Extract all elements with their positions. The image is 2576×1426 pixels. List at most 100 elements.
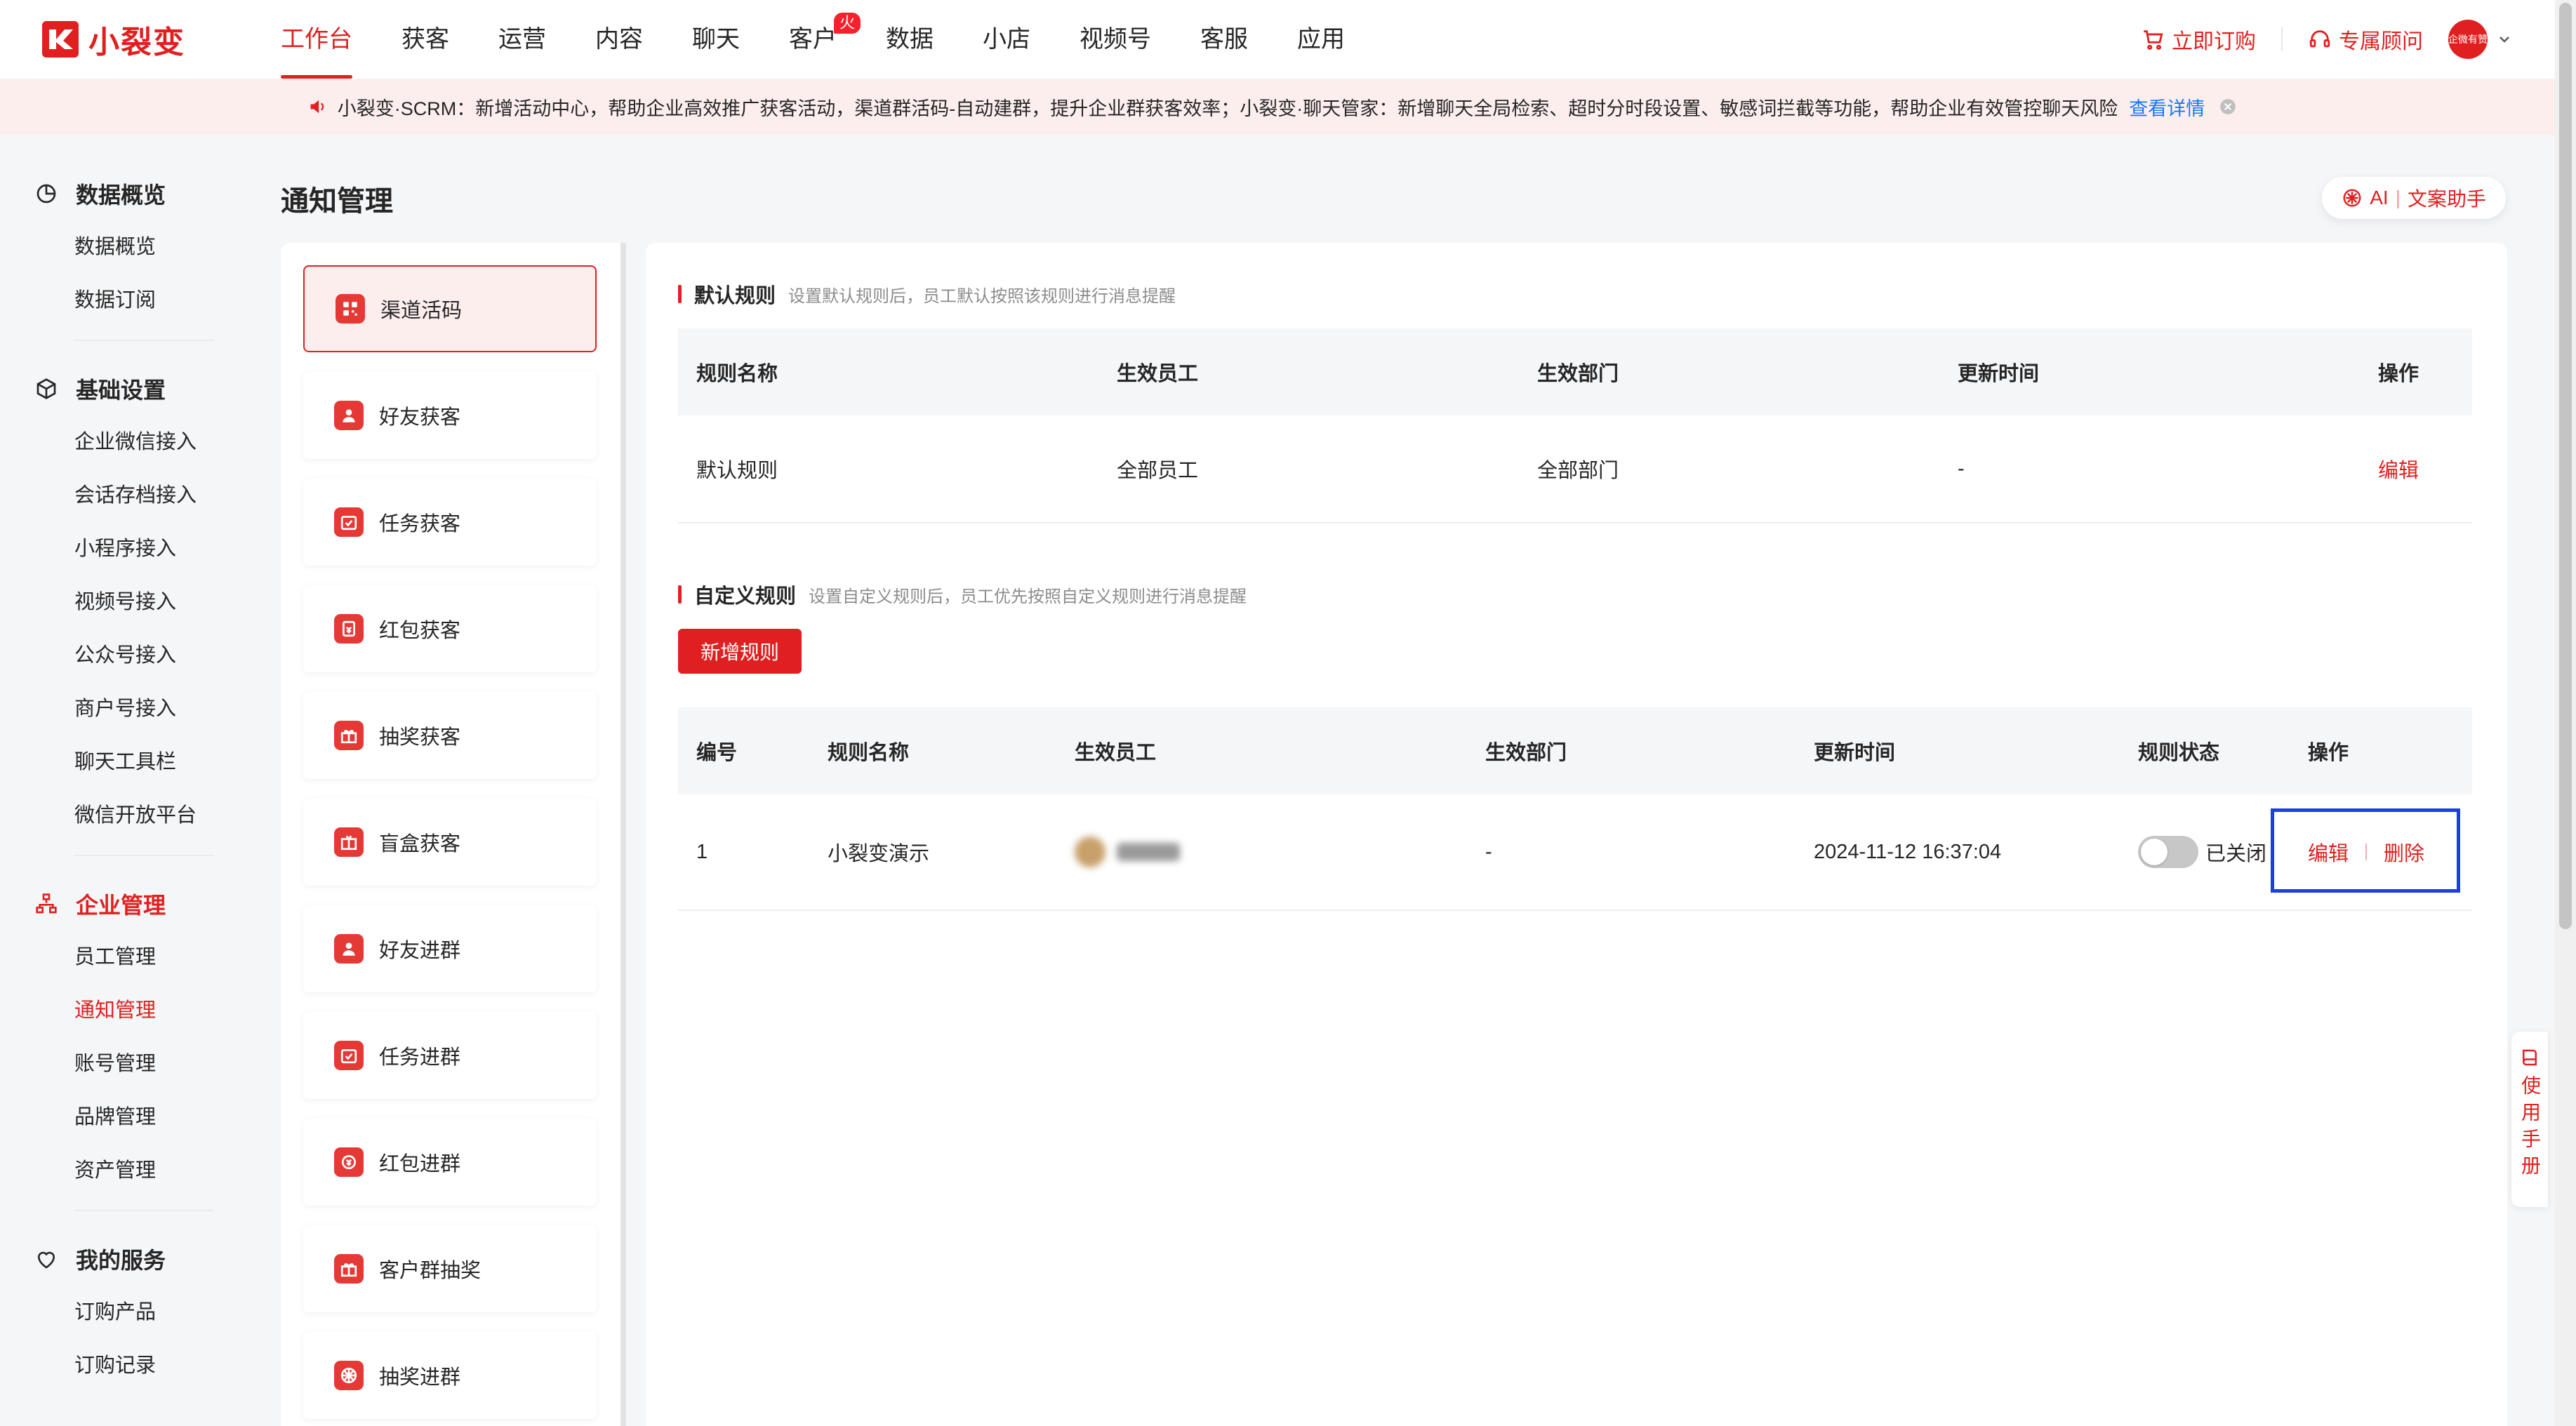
nav-shop[interactable]: 小店 <box>983 0 1030 79</box>
rule-updated: 2024-11-12 16:37:04 <box>1814 840 2002 863</box>
category-task-join-group[interactable]: 任务进群 <box>303 1012 597 1099</box>
nav-apps[interactable]: 应用 <box>1297 0 1345 79</box>
rule-name: 默认规则 <box>696 460 778 482</box>
column-header: 更新时间 <box>1814 742 1896 764</box>
calendar-check-icon <box>334 1041 364 1070</box>
default-rules-table: 规则名称 生效员工 生效部门 更新时间 操作 默认规则 全部员工 全部部门 - … <box>678 328 2472 524</box>
nav-video-channel[interactable]: 视频号 <box>1080 0 1151 79</box>
category-friend-acquisition[interactable]: 好友获客 <box>303 372 597 459</box>
sidebar-item-staff[interactable]: 员工管理 <box>35 931 239 984</box>
left-sidebar: 数据概览 数据概览 数据订阅 基础设置 企业微信接入 会话存档接入 小程序接入 … <box>0 135 239 1426</box>
delete-link[interactable]: 删除 <box>2384 837 2424 867</box>
close-icon[interactable] <box>2219 98 2237 116</box>
chevron-down-icon[interactable] <box>2496 31 2513 48</box>
nav-acquisition[interactable]: 获客 <box>401 0 449 79</box>
ai-separator: | <box>2395 187 2401 208</box>
category-group-lottery[interactable]: 客户群抽奖 <box>303 1225 597 1312</box>
sidebar-group-header[interactable]: 我的服务 <box>35 1232 239 1286</box>
column-header: 规则名称 <box>828 742 910 764</box>
scrollbar-thumb[interactable] <box>2559 3 2572 929</box>
sidebar-item-accounts[interactable]: 账号管理 <box>35 1037 239 1091</box>
page-scrollbar[interactable] <box>2555 0 2576 1426</box>
category-redpacket-join-group[interactable]: 红包进群 <box>303 1119 597 1206</box>
avatar <box>1075 837 1106 867</box>
column-header: 操作 <box>2378 363 2419 385</box>
rule-departments: - <box>1485 840 1492 863</box>
nav-operations[interactable]: 运营 <box>498 0 546 79</box>
sidebar-item-assets[interactable]: 资产管理 <box>35 1144 239 1197</box>
sidebar-group-enterprise: 企业管理 员工管理 通知管理 账号管理 品牌管理 资产管理 <box>0 877 239 1197</box>
consultant-label: 专属顾问 <box>2339 30 2423 53</box>
sidebar-item-order-records[interactable]: 订购记录 <box>35 1339 239 1392</box>
category-channel-qrcode[interactable]: 渠道活码 <box>303 265 597 352</box>
nav-customer-service[interactable]: 客服 <box>1200 0 1248 79</box>
sidebar-item-official-account[interactable]: 公众号接入 <box>35 629 239 682</box>
ai-assistant-label: 文案助手 <box>2407 188 2486 210</box>
category-scrollbar[interactable] <box>620 243 626 1426</box>
nav-customers[interactable]: 客户 火爆 <box>789 0 861 79</box>
nav-chat[interactable]: 聊天 <box>692 0 740 79</box>
blurred-employee <box>1075 837 1180 867</box>
edit-link[interactable]: 编辑 <box>2378 415 2419 522</box>
category-lottery-join-group[interactable]: 抽奖进群 <box>303 1332 597 1419</box>
section-description: 设置自定义规则后，员工优先按照自定义规则进行消息提醒 <box>809 587 1247 606</box>
red-packet-icon <box>334 1147 364 1177</box>
column-header: 生效部门 <box>1485 742 1567 764</box>
sidebar-item-data-subscription[interactable]: 数据订阅 <box>35 274 239 327</box>
nav-workbench[interactable]: 工作台 <box>281 0 352 79</box>
ai-label: AI <box>2370 187 2389 208</box>
user-manual-tab[interactable]: 使用手册 <box>2511 1032 2548 1207</box>
sidebar-group-header[interactable]: 基础设置 <box>35 362 239 415</box>
category-lottery-acquisition[interactable]: 抽奖获客 <box>303 692 597 779</box>
announcement-details-link[interactable]: 查看详情 <box>2129 93 2205 121</box>
brand-logo[interactable]: 小裂变 <box>42 20 185 60</box>
user-avatar[interactable]: 企微有赞 <box>2448 20 2488 59</box>
top-right-actions: 立即订购 专属顾问 企微有赞 <box>2141 0 2513 79</box>
status-toggle[interactable] <box>2138 836 2198 868</box>
sidebar-item-session-archive[interactable]: 会话存档接入 <box>35 469 239 522</box>
nav-customers-label: 客户 <box>789 26 837 53</box>
sidebar-item-merchant[interactable]: 商户号接入 <box>35 682 239 735</box>
category-label: 好友进群 <box>379 940 461 962</box>
table-row: 1 小裂变演示 - 2024-11-12 16:37:04 已关闭 编辑 删除 <box>678 794 2472 911</box>
category-blindbox-acquisition[interactable]: 盲盒获客 <box>303 799 597 886</box>
employee-name-redacted <box>1117 843 1180 861</box>
category-friend-join-group[interactable]: 好友进群 <box>303 905 597 992</box>
sidebar-group-my-services: 我的服务 订购产品 订购记录 <box>0 1232 239 1392</box>
sidebar-item-ordered-products[interactable]: 订购产品 <box>35 1286 239 1339</box>
column-header: 编号 <box>696 742 738 764</box>
sidebar-item-chat-toolbar[interactable]: 聊天工具栏 <box>35 735 239 789</box>
sidebar-group-header[interactable]: 企业管理 <box>35 877 239 931</box>
category-label: 任务进群 <box>379 1046 461 1069</box>
category-task-acquisition[interactable]: 任务获客 <box>303 479 597 566</box>
sidebar-item-brand[interactable]: 品牌管理 <box>35 1091 239 1144</box>
rule-name: 小裂变演示 <box>828 843 930 865</box>
section-title: 默认规则 <box>694 285 776 307</box>
add-rule-button[interactable]: 新增规则 <box>678 629 802 674</box>
sidebar-item-wecom[interactable]: 企业微信接入 <box>35 415 239 469</box>
order-now-link[interactable]: 立即订购 <box>2141 24 2256 55</box>
consultant-link[interactable]: 专属顾问 <box>2308 24 2423 55</box>
brand-name: 小裂变 <box>88 25 185 60</box>
brand-logo-icon <box>42 21 79 58</box>
rule-actions: 编辑 删除 <box>2308 794 2424 909</box>
nav-content[interactable]: 内容 <box>595 0 643 79</box>
sidebar-divider <box>74 855 214 856</box>
edit-link[interactable]: 编辑 <box>2308 837 2349 867</box>
sidebar-group-header[interactable]: 数据概览 <box>35 167 239 220</box>
nav-data[interactable]: 数据 <box>886 0 934 79</box>
section-title: 自定义规则 <box>694 585 797 608</box>
sidebar-item-mini-program[interactable]: 小程序接入 <box>35 522 239 575</box>
category-label: 客户群抽奖 <box>379 1260 482 1282</box>
sidebar-item-wechat-open-platform[interactable]: 微信开放平台 <box>35 789 239 842</box>
column-header: 生效部门 <box>1537 363 1619 385</box>
category-redpacket-acquisition[interactable]: 红包获客 <box>303 585 597 672</box>
pie-chart-icon <box>36 184 56 204</box>
ai-copywriting-button[interactable]: AI | 文案助手 <box>2322 177 2506 219</box>
sidebar-item-video-channel[interactable]: 视频号接入 <box>35 575 239 629</box>
sidebar-item-data-overview[interactable]: 数据概览 <box>35 220 239 274</box>
announcement-text: 小裂变·SCRM：新增活动中心，帮助企业高效推广获客活动，渠道群活码-自动建群，… <box>337 98 2118 119</box>
sidebar-group-title: 基础设置 <box>76 378 166 403</box>
sidebar-item-notification[interactable]: 通知管理 <box>35 984 239 1037</box>
rule-employees <box>1075 794 1180 909</box>
